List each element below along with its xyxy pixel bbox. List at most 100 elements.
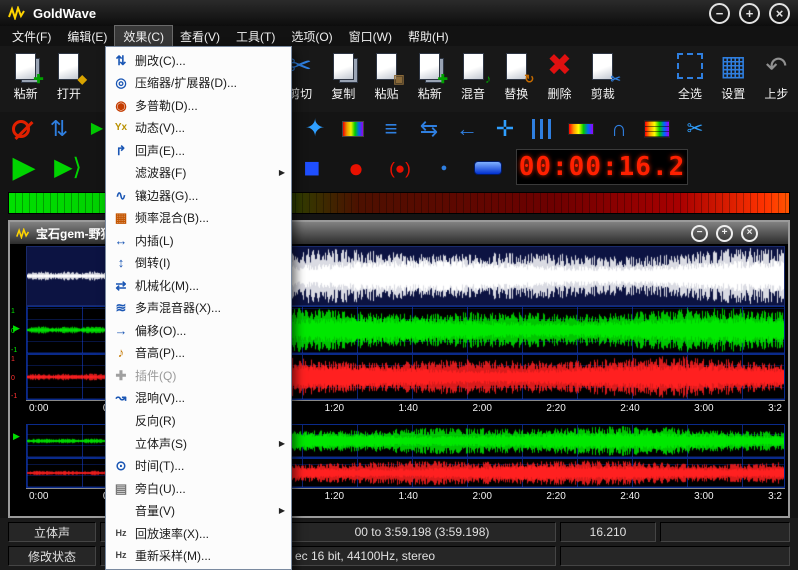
- toolbar-button-label: 复制: [331, 85, 355, 102]
- menu-item-label: 时间(T)...: [135, 457, 184, 474]
- menu-item[interactable]: ⇅ 删改(C)...: [108, 49, 289, 72]
- menu-item[interactable]: Yx 动态(V)...: [108, 117, 289, 140]
- toolbar-button-icon: ▣: [370, 49, 404, 83]
- toolbar-icon-button[interactable]: ✦: [300, 114, 330, 144]
- menubar-item[interactable]: 窗口(W): [341, 26, 400, 47]
- toolbar-button-label: 粘贴: [375, 85, 399, 102]
- toolbar-button[interactable]: 复制: [322, 49, 365, 109]
- icon-badge: ✚: [34, 73, 44, 85]
- menu-item[interactable]: 滤波器(F) ▶: [108, 162, 289, 185]
- transport-button[interactable]: ●: [426, 150, 462, 186]
- menu-item[interactable]: → 偏移(O)...: [108, 319, 289, 342]
- toolbar-icon-button[interactable]: ←: [452, 114, 482, 144]
- transport-button[interactable]: ●: [338, 150, 374, 186]
- menu-item[interactable]: ✚ 插件(Q): [108, 364, 289, 387]
- toolbar-button[interactable]: ↶ 上步: [755, 49, 798, 109]
- menu-item-icon: ♪: [112, 346, 130, 359]
- menu-item[interactable]: ◎ 压缩器/扩展器(D)...: [108, 72, 289, 95]
- transport-button[interactable]: ▶: [6, 150, 42, 186]
- menu-item[interactable]: ⇄ 机械化(M)...: [108, 274, 289, 297]
- menubar-item[interactable]: 文件(F): [4, 26, 59, 47]
- menubar-item[interactable]: 选项(O): [283, 26, 340, 47]
- menu-item-icon: ◎: [112, 76, 130, 89]
- transport-button[interactable]: (●): [382, 150, 418, 186]
- toolbar-icon-button[interactable]: ∩: [604, 114, 634, 144]
- menu-item[interactable]: Hz 重新采样(M)...: [108, 544, 289, 567]
- menu-item[interactable]: ↝ 混响(V)...: [108, 387, 289, 410]
- window-title: GoldWave: [33, 6, 96, 21]
- toolbar-icon-button[interactable]: ✛: [490, 114, 520, 144]
- menu-item[interactable]: 音量(V) ▶: [108, 499, 289, 522]
- scale-label: 1: [11, 356, 17, 363]
- toolbar-icon-button[interactable]: [642, 114, 672, 144]
- toolbar-icon-button[interactable]: ⇅: [44, 114, 74, 144]
- menu-item[interactable]: ↱ 回声(E)...: [108, 139, 289, 162]
- doc-maximize-button[interactable]: +: [716, 225, 733, 242]
- icon-glyph: ▶⟩: [54, 156, 82, 180]
- menu-item[interactable]: ∿ 镶边器(G)...: [108, 184, 289, 207]
- menu-item[interactable]: ↔ 内插(L): [108, 229, 289, 252]
- menu-item[interactable]: Hz 回放速率(X)...: [108, 522, 289, 545]
- toolbar-button[interactable]: ◆ 打开: [47, 49, 90, 109]
- menu-item-label: 偏移(O)...: [135, 322, 186, 339]
- toolbar-button-label: 上步: [764, 85, 788, 102]
- status-channel: 立体声: [8, 522, 96, 542]
- transport-button[interactable]: [470, 150, 506, 186]
- menu-item[interactable]: ⊙ 时间(T)...: [108, 454, 289, 477]
- toolbar-icon-button[interactable]: ⇆: [414, 114, 444, 144]
- icon-glyph: ▦: [720, 52, 746, 80]
- toolbar-button-label: 全选: [678, 85, 702, 102]
- toolbar-button[interactable]: ✂ 剪裁: [581, 49, 624, 109]
- menu-item-icon: ≋: [112, 301, 130, 314]
- toolbar-button[interactable]: ♪ 混音: [451, 49, 494, 109]
- close-button[interactable]: ×: [769, 3, 790, 24]
- toolbar-button[interactable]: 全选: [668, 49, 711, 109]
- menu-item[interactable]: ▤ 旁白(U)...: [108, 477, 289, 500]
- toolbar-button[interactable]: ✚ 粘新: [408, 49, 451, 109]
- menu-item[interactable]: 反向(R): [108, 409, 289, 432]
- toolbar-icon-button[interactable]: ✂: [680, 114, 710, 144]
- minimize-button[interactable]: −: [709, 3, 730, 24]
- menu-item[interactable]: 立体声(S) ▶: [108, 432, 289, 455]
- menu-item-label: 镶边器(G)...: [135, 187, 198, 204]
- menubar-item[interactable]: 工具(T): [228, 26, 283, 47]
- status-panel-empty: [660, 522, 790, 542]
- menu-item[interactable]: ↕ 倒转(I): [108, 252, 289, 275]
- menu-item[interactable]: ▦ 频率混合(B)...: [108, 207, 289, 230]
- maximize-button[interactable]: +: [739, 3, 760, 24]
- menubar-item[interactable]: 效果(C): [115, 26, 172, 47]
- toolbar-button-label: 粘新: [14, 85, 38, 102]
- toolbar-icon-button[interactable]: ≡: [376, 114, 406, 144]
- doc-close-button[interactable]: ×: [741, 225, 758, 242]
- toolbar-icon-button[interactable]: [528, 114, 558, 144]
- document-icon: [463, 53, 484, 80]
- menubar-item[interactable]: 编辑(E): [59, 26, 115, 47]
- play-marker-icon[interactable]: ▶: [13, 432, 20, 441]
- toolbar-button[interactable]: ▣ 粘贴: [365, 49, 408, 109]
- toolbar-icon-button[interactable]: [6, 114, 36, 144]
- toolbar-button-icon: ✂: [586, 49, 620, 83]
- toolbar-icon-button[interactable]: [566, 114, 596, 144]
- document-window-controls: − + ×: [691, 225, 758, 242]
- menu-item-icon: ▤: [112, 482, 130, 495]
- toolbar-button[interactable]: ✖ 删除: [538, 49, 581, 109]
- menu-item[interactable]: ≋ 多声混音器(X)...: [108, 297, 289, 320]
- menu-item-label: 音量(V): [135, 502, 175, 519]
- menu-item-icon: →: [112, 324, 130, 337]
- toolbar-button[interactable]: ▦ 设置: [712, 49, 755, 109]
- icon-glyph: ▶: [12, 153, 35, 183]
- menu-item[interactable]: ◉ 多普勒(D)...: [108, 94, 289, 117]
- doc-minimize-button[interactable]: −: [691, 225, 708, 242]
- menubar-item[interactable]: 帮助(H): [400, 26, 457, 47]
- transport-button[interactable]: ■: [294, 150, 330, 186]
- time-label: 3:2: [768, 491, 782, 502]
- toolbar-button[interactable]: ↻ 替换: [495, 49, 538, 109]
- toolbar-button[interactable]: ✚ 粘新: [4, 49, 47, 109]
- menu-item[interactable]: ♪ 音高(P)...: [108, 342, 289, 365]
- transport-button[interactable]: ▶⟩: [50, 150, 86, 186]
- toolbar-icon-button[interactable]: [338, 114, 368, 144]
- titlebar[interactable]: GoldWave − + ×: [0, 0, 798, 26]
- menu-item-icon: ⇅: [112, 54, 130, 67]
- menu-item-label: 压缩器/扩展器(D)...: [135, 74, 237, 91]
- menubar-item[interactable]: 查看(V): [172, 26, 228, 47]
